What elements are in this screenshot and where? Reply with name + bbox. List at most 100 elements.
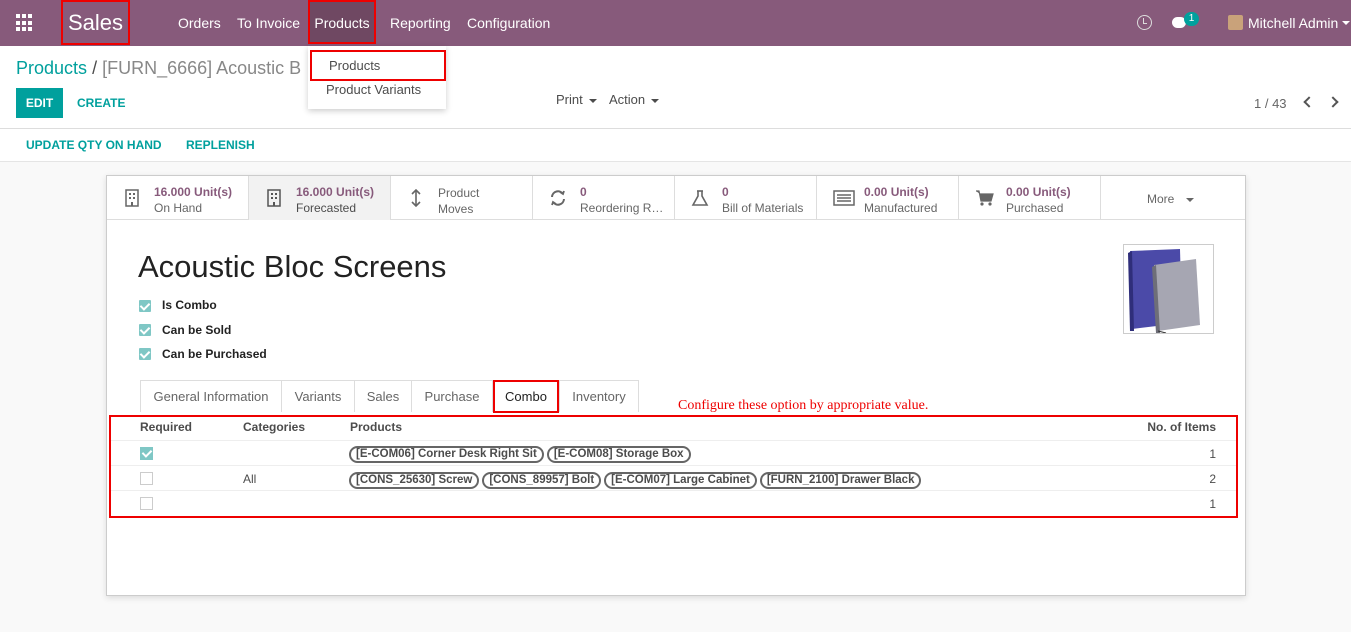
update-qty-button[interactable]: UPDATE QTY ON HAND xyxy=(26,129,162,162)
required-checkbox[interactable] xyxy=(140,497,153,510)
menu-configuration[interactable]: Configuration xyxy=(467,0,550,46)
top-navbar: Sales Orders To Invoice Products Reporti… xyxy=(0,0,1351,46)
annotation-note: Configure these option by appropriate va… xyxy=(678,398,929,413)
app-title[interactable]: Sales xyxy=(61,0,130,45)
tab-general-information[interactable]: General Information xyxy=(140,380,282,412)
bom-value: 0 xyxy=(722,185,729,199)
menu-to-invoice[interactable]: To Invoice xyxy=(237,0,300,46)
table-row[interactable]: 1 xyxy=(111,490,1236,515)
product-name[interactable]: Acoustic Bloc Screens xyxy=(138,249,446,285)
header-categories[interactable]: Categories xyxy=(243,420,305,434)
can-be-purchased-label: Can be Purchased xyxy=(162,347,267,361)
header-no-of-items[interactable]: No. of Items xyxy=(1147,420,1216,434)
product-tag[interactable]: [CONS_25630] Screw xyxy=(349,472,480,489)
breadcrumb-current: [FURN_6666] Acoustic B xyxy=(102,58,302,78)
forecasted-value: 16.000 Unit(s) xyxy=(296,185,375,199)
is-combo-checkbox[interactable] xyxy=(139,300,151,312)
flask-icon xyxy=(691,190,709,206)
caret-down-icon xyxy=(651,98,660,103)
tab-combo[interactable]: Combo xyxy=(493,380,559,413)
breadcrumb-products-link[interactable]: Products xyxy=(16,58,87,78)
tab-variants[interactable]: Variants xyxy=(281,380,355,412)
tab-sales[interactable]: Sales xyxy=(354,380,412,412)
header-products[interactable]: Products xyxy=(350,420,402,434)
form-statusbar: UPDATE QTY ON HAND REPLENISH xyxy=(0,129,1351,162)
product-tag[interactable]: [E-COM08] Storage Box xyxy=(546,446,691,463)
product-moves-line2: Moves xyxy=(438,202,474,216)
can-be-purchased-checkbox[interactable] xyxy=(139,348,151,360)
smart-button-forecasted[interactable]: 16.000 Unit(s) Forecasted xyxy=(249,176,391,220)
dropdown-item-product-variants[interactable]: Product Variants xyxy=(308,78,446,102)
items-cell: 2 xyxy=(1209,472,1216,486)
building-icon xyxy=(125,189,139,207)
table-row[interactable]: All [CONS_25630] Screw [CONS_89957] Bolt[… xyxy=(111,465,1236,490)
acoustic-screen-image xyxy=(1128,249,1200,334)
smart-button-on-hand[interactable]: 16.000 Unit(s) On Hand xyxy=(107,176,249,220)
product-tag[interactable]: [CONS_89957] Bolt xyxy=(482,472,602,489)
smart-buttons: 16.000 Unit(s) On Hand 16.000 Unit(s) Fo… xyxy=(107,176,1245,220)
items-cell: 1 xyxy=(1209,447,1216,461)
forecasted-label: Forecasted xyxy=(296,201,357,215)
more-label: More xyxy=(1147,192,1175,206)
menu-reporting[interactable]: Reporting xyxy=(390,0,451,46)
create-button[interactable]: CREATE xyxy=(77,88,125,118)
table-row[interactable]: [E-COM06] Corner Desk Right Sit [E-COM08]… xyxy=(111,440,1236,465)
category-cell: All xyxy=(243,472,257,486)
can-be-sold-checkbox[interactable] xyxy=(139,324,151,336)
list-icon xyxy=(833,190,855,206)
smart-button-product-moves[interactable]: Product Moves xyxy=(391,176,533,220)
tab-purchase[interactable]: Purchase xyxy=(411,380,493,412)
items-cell: 1 xyxy=(1209,497,1216,511)
action-label: Action xyxy=(609,92,646,107)
breadcrumb-separator: / xyxy=(92,58,98,78)
pager-value[interactable]: 1 / 43 xyxy=(1254,96,1287,111)
control-panel: Products / [FURN_6666] Acoustic B EDIT C… xyxy=(0,46,1351,129)
building-icon xyxy=(267,189,281,207)
smart-button-bom[interactable]: 0 Bill of Materials xyxy=(675,176,817,220)
user-menu[interactable]: Mitchell Admin xyxy=(1248,0,1338,46)
smart-button-purchased[interactable]: 0.00 Unit(s) Purchased xyxy=(959,176,1101,220)
menu-orders[interactable]: Orders xyxy=(178,0,221,46)
product-tag[interactable]: [FURN_2100] Drawer Black xyxy=(759,472,922,489)
product-tag[interactable]: [E-COM06] Corner Desk Right Sit xyxy=(349,446,544,463)
user-caret-icon[interactable] xyxy=(1342,21,1350,25)
products-tags: [E-COM06] Corner Desk Right Sit [E-COM08]… xyxy=(349,445,694,463)
purchased-value: 0.00 Unit(s) xyxy=(1006,185,1071,199)
menu-products[interactable]: Products xyxy=(308,0,376,44)
caret-down-icon xyxy=(1186,197,1195,202)
activity-clock-icon[interactable] xyxy=(1137,15,1152,30)
apps-grid-icon[interactable] xyxy=(16,14,34,32)
chevron-left-icon[interactable] xyxy=(1303,96,1315,108)
replenish-button[interactable]: REPLENISH xyxy=(186,129,255,162)
more-dropdown[interactable]: More xyxy=(1147,192,1195,206)
header-required[interactable]: Required xyxy=(140,420,192,434)
purchased-label: Purchased xyxy=(1006,201,1064,215)
is-combo-label: Is Combo xyxy=(162,298,217,312)
manufactured-value: 0.00 Unit(s) xyxy=(864,185,929,199)
required-checkbox[interactable] xyxy=(140,447,153,460)
products-tags: [CONS_25630] Screw [CONS_89957] Bolt [E-CO… xyxy=(349,471,924,489)
tab-inventory[interactable]: Inventory xyxy=(559,380,639,412)
required-checkbox[interactable] xyxy=(140,472,153,485)
smart-button-manufactured[interactable]: 0.00 Unit(s) Manufactured xyxy=(817,176,959,220)
user-avatar[interactable] xyxy=(1228,15,1243,30)
on-hand-label: On Hand xyxy=(154,201,203,215)
edit-button[interactable]: EDIT xyxy=(16,88,63,118)
product-image[interactable] xyxy=(1123,244,1214,334)
refresh-icon xyxy=(551,190,565,206)
updown-arrow-icon xyxy=(411,189,421,207)
product-moves-label: Product Moves xyxy=(438,185,479,217)
chevron-right-icon[interactable] xyxy=(1327,96,1339,108)
breadcrumb: Products / [FURN_6666] Acoustic B xyxy=(16,58,301,79)
print-label: Print xyxy=(556,92,583,107)
print-dropdown[interactable]: Print xyxy=(556,92,597,107)
caret-down-icon xyxy=(588,98,597,103)
manufactured-label: Manufactured xyxy=(864,201,938,215)
products-dropdown-menu: Products Product Variants xyxy=(308,46,446,109)
product-tag[interactable]: [E-COM07] Large Cabinet xyxy=(604,472,757,489)
dropdown-item-products[interactable]: Products xyxy=(310,50,446,81)
reordering-rules-label: Reordering Rules xyxy=(580,201,670,215)
bom-label: Bill of Materials xyxy=(722,201,804,215)
action-dropdown[interactable]: Action xyxy=(609,92,660,107)
smart-button-reordering-rules[interactable]: 0 Reordering Rules xyxy=(533,176,675,220)
